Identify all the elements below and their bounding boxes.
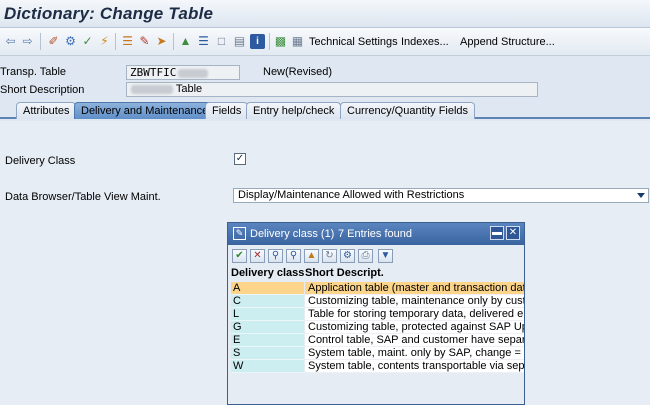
refresh-icon[interactable]: ↻ xyxy=(322,249,337,263)
other-object-icon[interactable]: ⚙ xyxy=(63,34,78,49)
window-icon[interactable]: □ xyxy=(214,34,229,49)
find-next-icon[interactable]: ⚲ xyxy=(286,249,301,263)
grid-icon[interactable]: ▦ xyxy=(290,34,305,49)
entries-found: 7 Entries found xyxy=(338,228,412,240)
find-icon[interactable]: ⚲ xyxy=(268,249,283,263)
application-toolbar: ⇦ ⇨ ✐ ⚙ ✓ ⚡ ☰ ✎ ➤ ▲ ☰ □ ▤ i ▩ ▦ Technica… xyxy=(0,28,650,56)
activate-icon[interactable]: ⚡ xyxy=(97,34,112,49)
transp-table-label: Transp. Table xyxy=(0,66,67,78)
delivery-class-popup: ✎ Delivery class (1) 7 Entries found ▬ ✕… xyxy=(227,222,525,405)
cancel-icon[interactable]: ✕ xyxy=(250,249,265,263)
popup-title-bar: ✎ Delivery class (1) 7 Entries found ▬ ✕ xyxy=(228,223,524,245)
tab-delivery-and-maintenance[interactable]: Delivery and Maintenance xyxy=(74,102,216,119)
tab-attributes[interactable]: Attributes xyxy=(16,102,77,119)
tab-strip: Attributes Delivery and Maintenance Fiel… xyxy=(0,101,650,119)
check-icon[interactable]: ✓ xyxy=(80,34,95,49)
navigation-icon[interactable]: ➤ xyxy=(154,34,169,49)
data-browser-dropdown[interactable]: Display/Maintenance Allowed with Restric… xyxy=(233,188,649,203)
list-item[interactable]: E Control table, SAP and customer have s… xyxy=(231,334,524,347)
filter-icon[interactable]: ▼ xyxy=(378,249,393,263)
table-status: New(Revised) xyxy=(263,66,333,78)
tab-currency-quantity-fields[interactable]: Currency/Quantity Fields xyxy=(340,102,476,119)
indexes-button[interactable]: Indexes... xyxy=(401,36,449,48)
popup-title: Delivery class (1) xyxy=(250,228,335,240)
list-item[interactable]: S System table, maint. only by SAP, chan… xyxy=(231,347,524,360)
column-header-delivery-class: Delivery class xyxy=(231,267,305,279)
graphic-icon[interactable]: ▩ xyxy=(273,34,288,49)
data-browser-label: Data Browser/Table View Maint. xyxy=(5,191,161,203)
short-description-label: Short Description xyxy=(0,84,85,96)
append-structure-button[interactable]: Append Structure... xyxy=(460,36,555,48)
list-item[interactable]: A Application table (master and transact… xyxy=(231,282,524,295)
layout-icon[interactable]: ▤ xyxy=(232,34,247,49)
back-icon[interactable]: ⇦ xyxy=(3,34,18,49)
print-icon[interactable]: ⎙ xyxy=(358,249,373,263)
stack-icon[interactable]: ☰ xyxy=(196,34,211,49)
list-item[interactable]: L Table for storing temporary data, deli… xyxy=(231,308,524,321)
delivery-class-f4-checkbox[interactable]: ✓ xyxy=(234,153,246,165)
tab-fields[interactable]: Fields xyxy=(205,102,249,119)
technical-settings-button[interactable]: Technical Settings xyxy=(309,36,398,48)
column-header-short-description: Short Descript. xyxy=(305,267,384,279)
hierarchy-icon[interactable]: ▲ xyxy=(178,34,193,49)
minimize-icon[interactable]: ▬ xyxy=(490,226,504,240)
info-icon[interactable]: i xyxy=(250,34,265,49)
title-bar: Dictionary: Change Table xyxy=(0,0,650,28)
delivery-class-label: Delivery Class xyxy=(5,155,76,167)
forward-icon[interactable]: ⇨ xyxy=(20,34,35,49)
window-title: Dictionary: Change Table xyxy=(4,4,214,23)
tab-entry-help-check[interactable]: Entry help/check xyxy=(246,102,342,119)
list-item[interactable]: W System table, contents transportable v… xyxy=(231,360,524,373)
where-used-icon[interactable]: ☰ xyxy=(120,34,135,49)
table-name-field[interactable]: ZBWTFIC xyxy=(126,65,240,80)
popup-toolbar: ✔ ✕ ⚲ ⚲ ▲ ↻ ⚙ ⎙ ▼ xyxy=(228,247,524,265)
short-description-field[interactable]: Table xyxy=(126,82,538,97)
display-object-list-icon[interactable]: ✎ xyxy=(137,34,152,49)
chevron-down-icon[interactable] xyxy=(637,193,645,198)
f4-help-icon: ✎ xyxy=(233,227,246,240)
display-change-icon[interactable]: ✐ xyxy=(46,34,61,49)
delivery-class-list: A Application table (master and transact… xyxy=(231,282,524,373)
list-item[interactable]: C Customizing table, maintenance only by… xyxy=(231,295,524,308)
list-item[interactable]: G Customizing table, protected against S… xyxy=(231,321,524,334)
continue-icon[interactable]: ✔ xyxy=(232,249,247,263)
sort-icon[interactable]: ▲ xyxy=(304,249,319,263)
settings-icon[interactable]: ⚙ xyxy=(340,249,355,263)
table-header: Transp. Table ZBWTFIC New(Revised) Short… xyxy=(0,56,650,102)
close-icon[interactable]: ✕ xyxy=(506,226,520,240)
